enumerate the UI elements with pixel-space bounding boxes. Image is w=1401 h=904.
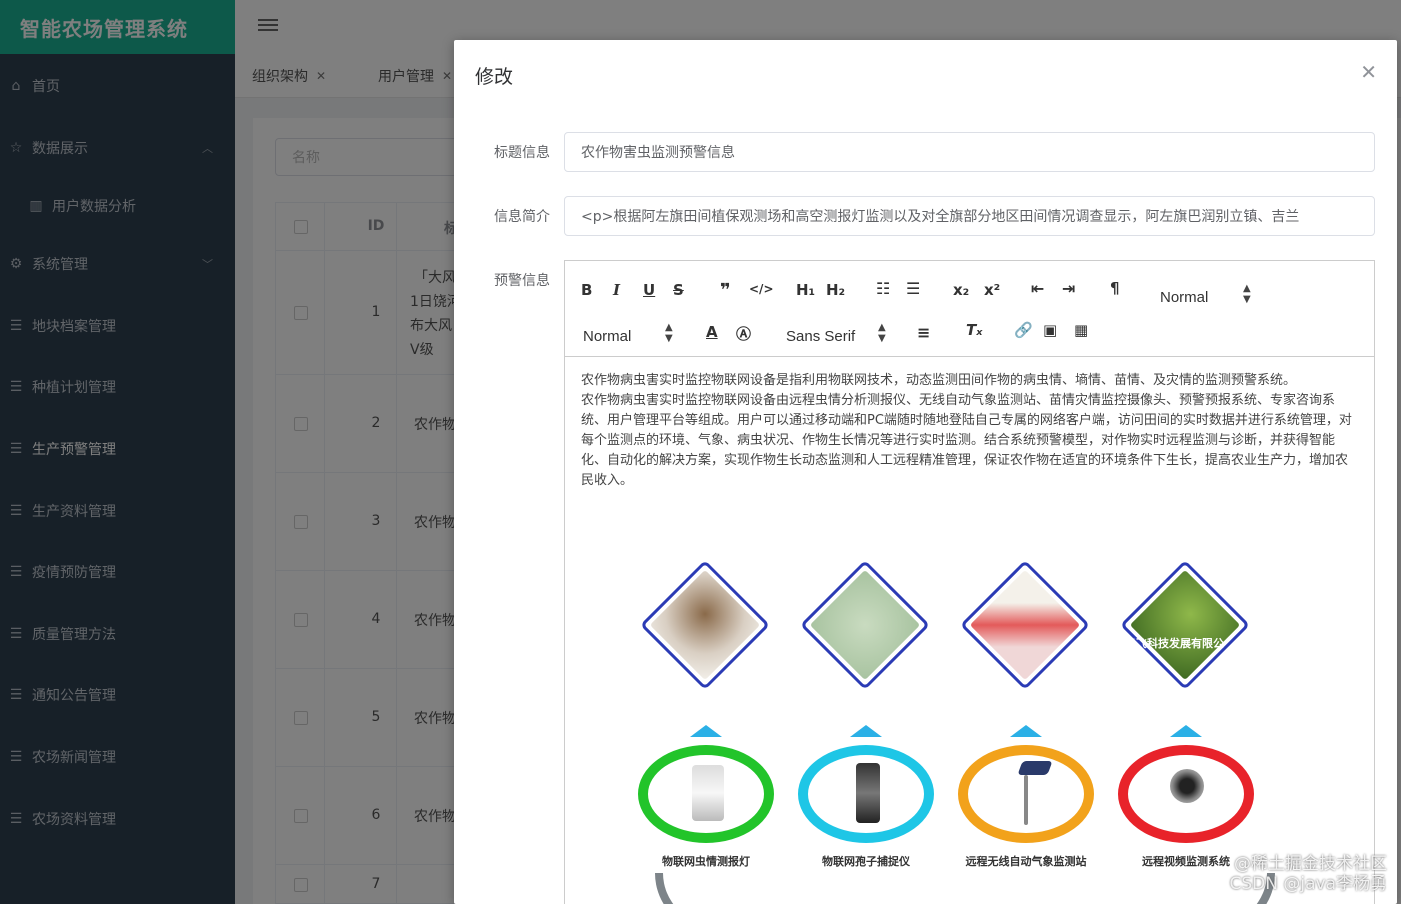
bullet-list-icon[interactable]: ☰: [906, 279, 920, 298]
arrow-up-icon: [1010, 725, 1042, 737]
content-paragraph: 农作物病虫害实时监控物联网设备是指利用物联网技术，动态监测田间作物的病虫情、墒情…: [581, 373, 1297, 388]
content-paragraph: 农作物病虫害实时监控物联网设备由远程虫情分析测报仪、无线自动气象监测站、苗情灾情…: [581, 393, 1352, 488]
title-label: 标题信息: [494, 145, 550, 161]
indent-icon[interactable]: ⇥: [1062, 279, 1075, 298]
subscript-icon[interactable]: x₂: [953, 281, 969, 299]
spore-trap-device: [856, 763, 880, 823]
image-icon[interactable]: ▣: [1043, 321, 1057, 339]
device-caption: 远程无线自动气象监测站: [965, 855, 1087, 868]
clear-format-icon[interactable]: Tₓ: [966, 321, 982, 339]
crop-video-image: [1119, 559, 1251, 691]
device-caption: 物联网虫情测报灯: [662, 855, 750, 868]
italic-icon[interactable]: I: [613, 281, 620, 299]
ordered-list-icon[interactable]: ☷: [876, 279, 890, 298]
strike-icon[interactable]: S: [673, 281, 684, 299]
select-arrow-icon: ▲ ▼: [1243, 283, 1251, 305]
font-select[interactable]: Sans Serif: [786, 328, 855, 345]
weather-station-ring: [958, 745, 1094, 843]
spore-microscope-image: [799, 559, 931, 691]
select-arrow-icon: ▲ ▼: [878, 322, 886, 344]
intro-label: 信息简介: [494, 209, 550, 225]
header1-icon[interactable]: H₁: [796, 281, 815, 299]
title-input[interactable]: 农作物害虫监测预警信息: [564, 132, 1375, 172]
video-monitor-ring: [1118, 745, 1254, 843]
background-color-icon[interactable]: Ⓐ: [736, 323, 751, 344]
warning-label: 预警信息: [494, 273, 550, 289]
arrow-up-icon: [1170, 725, 1202, 737]
camera-device: [1170, 769, 1204, 803]
insect-lamp-ring: [638, 745, 774, 843]
iot-illustration: 云飞科技发展有限公 物联网虫情测报灯 物联网孢子捕捉仪 远程无线自动气象监测站 …: [635, 559, 1285, 904]
edit-dialog: 修改 ✕ 标题信息 农作物害虫监测预警信息 信息简介 <p>根据阿左旗田间植保观…: [454, 40, 1397, 904]
link-icon[interactable]: 🔗: [1014, 321, 1033, 339]
spore-trap-ring: [798, 745, 934, 843]
solar-panel-device: [1017, 761, 1053, 775]
size-select[interactable]: Normal: [583, 328, 631, 345]
code-block-icon[interactable]: </>: [749, 282, 774, 296]
watermark-line: CSDN @java李杨勇: [1229, 874, 1388, 894]
header-select[interactable]: Normal: [1160, 289, 1208, 306]
editor-toolbar: B I U S ❞ </> H₁ H₂ ☷ ☰ x₂ x² ⇤ ⇥ ¶ Norm…: [565, 261, 1374, 357]
arrow-up-icon: [690, 725, 722, 737]
text-color-icon[interactable]: A: [706, 323, 718, 341]
insect-lamp-device: [692, 765, 724, 821]
blockquote-icon[interactable]: ❞: [720, 280, 731, 301]
editor-content[interactable]: 农作物病虫害实时监控物联网设备是指利用物联网技术，动态监测田间作物的病虫情、墒情…: [581, 371, 1359, 491]
intro-input[interactable]: <p>根据阿左旗田间植保观测场和高空测报灯监测以及对全旗部分地区田间情况调查显示…: [564, 196, 1375, 236]
underline-icon[interactable]: U: [643, 281, 655, 299]
superscript-icon[interactable]: x²: [984, 281, 1000, 299]
header2-icon[interactable]: H₂: [826, 281, 845, 299]
close-icon[interactable]: ✕: [1360, 60, 1377, 84]
dialog-title: 修改: [475, 66, 514, 88]
text-direction-icon[interactable]: ¶: [1110, 279, 1120, 297]
align-icon[interactable]: ≡: [917, 323, 930, 342]
grouping-brace: [655, 873, 1275, 904]
weather-pole-device: [1024, 775, 1028, 825]
video-icon[interactable]: ▦: [1074, 321, 1088, 339]
device-caption: 物联网孢子捕捉仪: [822, 855, 910, 868]
bold-icon[interactable]: B: [581, 281, 592, 299]
banner-text: 云飞科技发展有限公: [1125, 637, 1224, 650]
select-arrow-icon: ▲ ▼: [665, 322, 673, 344]
watermark-line: @稀土掘金技术社区: [1234, 854, 1387, 874]
rich-text-editor[interactable]: B I U S ❞ </> H₁ H₂ ☷ ☰ x₂ x² ⇤ ⇥ ¶ Norm…: [564, 260, 1375, 904]
outdent-icon[interactable]: ⇤: [1031, 279, 1044, 298]
watermark: @稀土掘金技术社区 CSDN @java李杨勇: [1230, 854, 1388, 894]
arrow-up-icon: [850, 725, 882, 737]
weather-map-image: [959, 559, 1091, 691]
moth-sample-image: [639, 559, 771, 691]
